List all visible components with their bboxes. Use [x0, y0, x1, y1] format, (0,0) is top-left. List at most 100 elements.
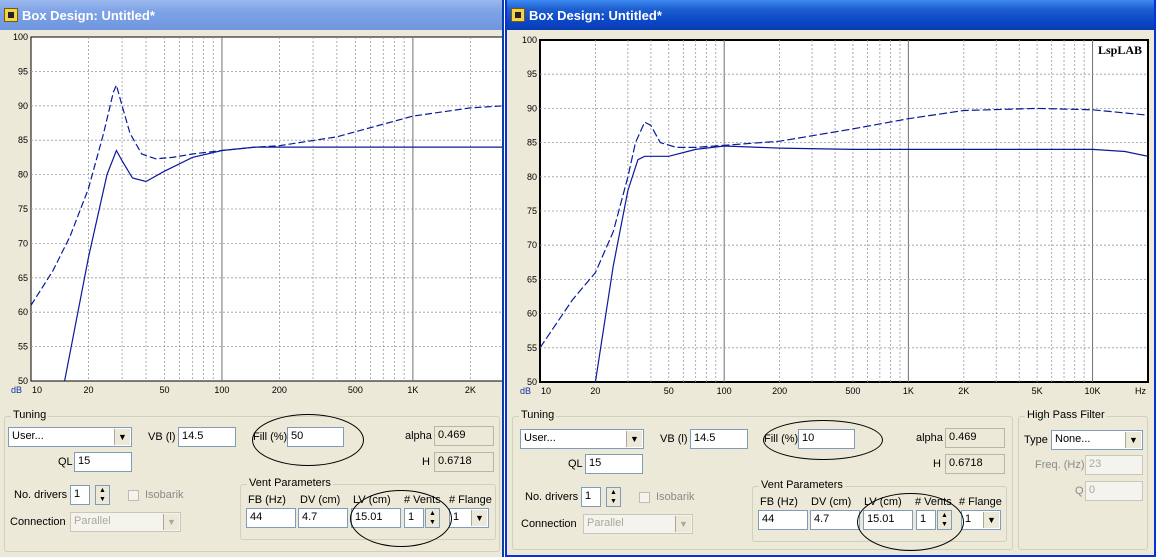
fill-input[interactable]: 10	[798, 429, 855, 449]
spin-up-icon[interactable]: ▲	[938, 511, 951, 520]
x-axis-unit-label: Hz	[1135, 386, 1146, 396]
h-label: H	[933, 458, 941, 470]
hpf-freq-input[interactable]: 23	[1085, 455, 1143, 475]
flange-select[interactable]: 1 ▼	[449, 508, 489, 528]
flange-value: 1	[453, 511, 460, 523]
y-tick-label: 60	[527, 309, 537, 319]
fb-label: FB (Hz)	[760, 496, 798, 508]
vb-input[interactable]: 14.5	[690, 429, 748, 449]
x-tick-label: 10	[541, 386, 551, 396]
tuning-mode-value: User...	[524, 432, 556, 444]
fb-input[interactable]: 44	[246, 508, 296, 528]
fill-input[interactable]: 50	[287, 427, 344, 447]
lv-input[interactable]: 15.01	[351, 508, 401, 528]
h-readout: 0.6718	[434, 452, 494, 472]
spin-down-icon[interactable]: ▼	[426, 518, 439, 527]
hpf-group-title: High Pass Filter	[1025, 409, 1107, 421]
ql-input[interactable]: 15	[585, 454, 643, 474]
y-tick-label: 80	[527, 172, 537, 182]
vents-input[interactable]: 1	[404, 508, 424, 528]
hpf-q-label: Q	[1075, 485, 1084, 497]
x-tick-label: 2K	[465, 385, 476, 395]
y-tick-label: 95	[18, 66, 28, 76]
title-bar[interactable]: Box Design: Untitled*	[507, 0, 1154, 30]
connection-select[interactable]: Parallel ▼	[70, 512, 181, 532]
flange-value: 1	[965, 513, 972, 525]
chevron-down-icon[interactable]: ▼	[114, 429, 130, 445]
x-tick-label: 1K	[903, 386, 914, 396]
vents-input[interactable]: 1	[916, 510, 936, 530]
speaker-app-icon[interactable]	[511, 8, 525, 22]
x-tick-label: 500	[348, 385, 363, 395]
speaker-app-icon[interactable]	[4, 8, 18, 22]
drivers-spinner[interactable]: ▲ ▼	[606, 487, 621, 507]
alpha-label: alpha	[405, 430, 432, 442]
tuning-mode-value: User...	[12, 430, 44, 442]
x-tick-label: 1K	[407, 385, 418, 395]
vb-label: VB (l)	[148, 431, 176, 443]
y-tick-label: 55	[527, 343, 537, 353]
spin-up-icon[interactable]: ▲	[426, 509, 439, 518]
dv-input[interactable]: 4.7	[298, 508, 348, 528]
h-readout: 0.6718	[945, 454, 1005, 474]
drivers-input[interactable]: 1	[70, 485, 90, 505]
x-tick-label: 100	[214, 385, 229, 395]
chevron-down-icon[interactable]: ▼	[626, 431, 642, 447]
hpf-q-input[interactable]: 0	[1085, 481, 1143, 501]
x-tick-label: 200	[772, 386, 787, 396]
isobarik-checkbox[interactable]	[128, 490, 139, 501]
window-title: Box Design: Untitled*	[22, 8, 155, 23]
isobarik-checkbox[interactable]	[639, 492, 650, 503]
hpf-type-select[interactable]: None... ▼	[1051, 430, 1143, 450]
flange-select[interactable]: 1 ▼	[961, 510, 1001, 530]
frequency-response-chart: 100 95 90 85 80 75 70 65 60 55 50 10 20 50 100 200 500 1K…	[0, 30, 502, 406]
spin-up-icon[interactable]: ▲	[607, 488, 620, 497]
y-tick-label: 70	[527, 240, 537, 250]
lv-label: LV (cm)	[353, 494, 391, 506]
vents-label: # Vents	[915, 496, 952, 508]
chevron-down-icon[interactable]: ▼	[983, 512, 999, 528]
y-tick-label: 75	[527, 206, 537, 216]
alpha-readout: 0.469	[945, 428, 1005, 448]
vents-spinner[interactable]: ▲ ▼	[425, 508, 440, 528]
chevron-down-icon[interactable]: ▼	[675, 516, 691, 532]
ql-input[interactable]: 15	[74, 452, 132, 472]
title-bar[interactable]: Box Design: Untitled*	[0, 0, 502, 30]
flange-label: # Flange	[449, 494, 492, 506]
vents-spinner[interactable]: ▲ ▼	[937, 510, 952, 530]
chevron-down-icon[interactable]: ▼	[1125, 432, 1141, 448]
y-tick-label: 65	[18, 273, 28, 283]
y-tick-label: 85	[18, 135, 28, 145]
tuning-mode-select[interactable]: User... ▼	[520, 429, 644, 449]
y-tick-label: 95	[527, 69, 537, 79]
connection-select[interactable]: Parallel ▼	[583, 514, 693, 534]
x-tick-label: 20	[83, 385, 93, 395]
y-tick-label: 100	[522, 35, 537, 45]
spin-down-icon[interactable]: ▼	[938, 520, 951, 529]
isobarik-label: Isobarik	[145, 489, 184, 501]
tuning-group-title: Tuning	[519, 409, 557, 421]
vb-input[interactable]: 14.5	[178, 427, 236, 447]
y-tick-label: 90	[18, 101, 28, 111]
drivers-label: No. drivers	[14, 489, 68, 501]
ql-label: QL	[568, 458, 583, 470]
fb-input[interactable]: 44	[758, 510, 808, 530]
spin-down-icon[interactable]: ▼	[96, 495, 109, 504]
tuning-mode-select[interactable]: User... ▼	[8, 427, 132, 447]
y-tick-label: 90	[527, 103, 537, 113]
y-tick-label: 70	[18, 238, 28, 248]
h-label: H	[422, 456, 430, 468]
spin-up-icon[interactable]: ▲	[96, 486, 109, 495]
chevron-down-icon[interactable]: ▼	[163, 514, 179, 530]
spin-down-icon[interactable]: ▼	[607, 497, 620, 506]
x-tick-label: 10K	[1085, 386, 1101, 396]
vent-group-title: Vent Parameters	[247, 477, 333, 489]
lv-input[interactable]: 15.01	[863, 510, 913, 530]
dv-input[interactable]: 4.7	[810, 510, 860, 530]
x-tick-label: 2K	[958, 386, 969, 396]
flange-label: # Flange	[959, 496, 1002, 508]
chevron-down-icon[interactable]: ▼	[471, 510, 487, 526]
connection-value: Parallel	[587, 517, 624, 529]
drivers-spinner[interactable]: ▲ ▼	[95, 485, 110, 505]
drivers-input[interactable]: 1	[581, 487, 601, 507]
